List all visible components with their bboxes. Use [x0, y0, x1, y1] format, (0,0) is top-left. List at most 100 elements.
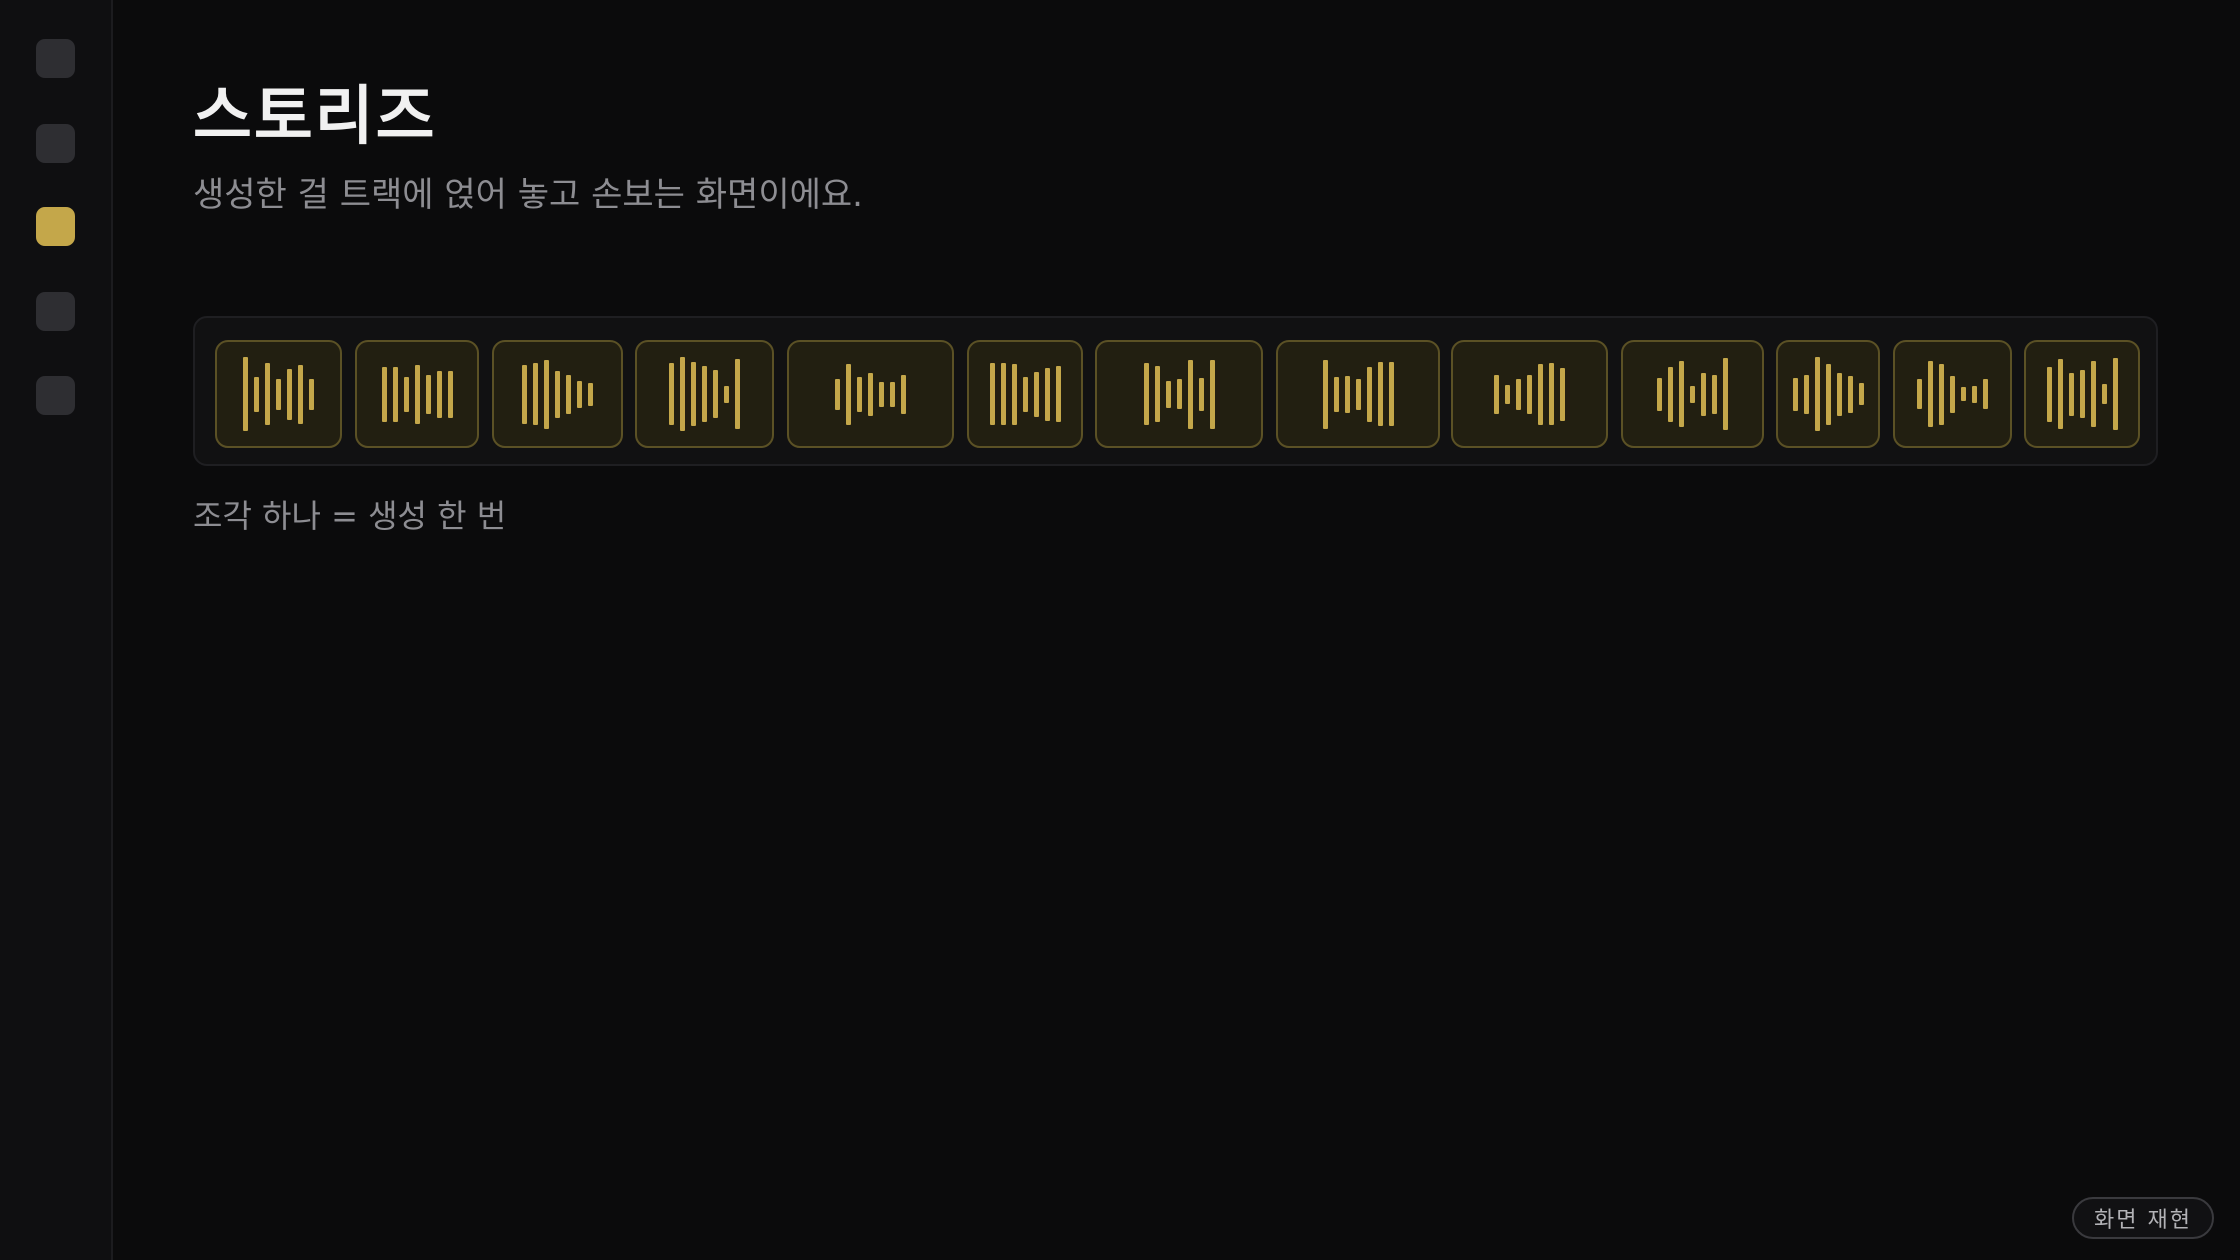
track-clip[interactable] [2024, 340, 2140, 448]
waveform-bar [1712, 374, 1717, 414]
waveform-bar [1344, 375, 1350, 413]
sidebar-item-2[interactable] [36, 124, 75, 163]
waveform-bar [713, 370, 718, 418]
waveform-bar [1858, 383, 1864, 405]
waveform-bar [403, 376, 409, 412]
waveform-bar [1011, 363, 1017, 425]
waveform-bar [1176, 379, 1182, 409]
waveform-bar [1723, 358, 1728, 430]
track-clip[interactable] [1893, 340, 2012, 448]
track-clip[interactable] [1621, 340, 1764, 448]
track-clip[interactable] [1451, 340, 1608, 448]
waveform-bar [1198, 377, 1204, 411]
track-clip[interactable] [787, 340, 954, 448]
sidebar-item-1[interactable] [36, 39, 75, 78]
page-title: 스토리즈 [193, 80, 437, 154]
replay-screen-button[interactable]: 화면 재현 [2072, 1197, 2214, 1239]
waveform-bar [1209, 359, 1215, 429]
waveform-bar [392, 366, 398, 422]
track-clip[interactable] [492, 340, 623, 448]
waveform-bar [1377, 362, 1383, 426]
waveform-bar [1366, 366, 1372, 422]
sidebar-item-4[interactable] [36, 292, 75, 331]
waveform-bar [1917, 379, 1922, 409]
waveform-icon [1623, 342, 1762, 446]
waveform-bar [846, 363, 851, 425]
waveform-icon [969, 342, 1081, 446]
sidebar-item-3-active[interactable] [36, 207, 75, 246]
timeline-track [193, 316, 2158, 466]
waveform-icon [494, 342, 621, 446]
waveform-bar [555, 370, 560, 418]
waveform-bar [1972, 385, 1977, 403]
waveform-bar [1847, 375, 1853, 413]
waveform-bar [724, 385, 729, 403]
waveform-icon [1895, 342, 2010, 446]
track-clip[interactable] [635, 340, 774, 448]
waveform-bar [1961, 387, 1966, 401]
waveform-bar [1792, 377, 1798, 411]
waveform-bar [1928, 361, 1933, 427]
waveform-bar [901, 374, 906, 414]
waveform-bar [1355, 378, 1361, 410]
sidebar-item-5[interactable] [36, 376, 75, 415]
waveform-bar [1950, 375, 1955, 413]
waveform-bar [1803, 374, 1809, 414]
waveform-bar [702, 366, 707, 422]
waveform-icon [217, 342, 340, 446]
waveform-bar [2090, 361, 2096, 427]
waveform-bar [1055, 366, 1061, 422]
waveform-bar [735, 359, 740, 429]
waveform-icon [637, 342, 772, 446]
waveform-bar [566, 374, 571, 414]
waveform-bar [522, 364, 527, 424]
waveform-bar [2046, 366, 2052, 422]
waveform-bar [447, 370, 453, 418]
waveform-bar [287, 368, 292, 420]
waveform-icon [1097, 342, 1261, 446]
waveform-bar [544, 359, 549, 429]
track-clip[interactable] [1776, 340, 1880, 448]
track-caption: 조각 하나 = 생성 한 번 [193, 497, 507, 535]
waveform-icon [789, 342, 952, 446]
waveform-bar [2112, 358, 2118, 430]
waveform-bar [1814, 357, 1820, 431]
waveform-bar [436, 370, 442, 418]
waveform-bar [1187, 359, 1193, 429]
waveform-icon [357, 342, 477, 446]
waveform-bar [2068, 372, 2074, 416]
waveform-bar [588, 382, 593, 406]
waveform-bar [577, 380, 582, 408]
waveform-icon [1778, 342, 1878, 446]
track-clip[interactable] [355, 340, 479, 448]
waveform-bar [254, 376, 259, 412]
track-clip[interactable] [1276, 340, 1440, 448]
waveform-bar [1939, 363, 1944, 425]
waveform-bar [879, 381, 884, 407]
track-clip[interactable] [1095, 340, 1263, 448]
waveform-bar [1690, 385, 1695, 403]
waveform-bar [1549, 363, 1554, 425]
waveform-bar [1657, 377, 1662, 411]
waveform-bar [868, 372, 873, 416]
waveform-bar [2057, 359, 2063, 429]
waveform-bar [1022, 376, 1028, 412]
waveform-bar [1143, 363, 1149, 425]
track-clip[interactable] [215, 340, 342, 448]
waveform-bar [1000, 363, 1006, 425]
track-clip[interactable] [967, 340, 1083, 448]
waveform-bar [1538, 363, 1543, 425]
waveform-bar [414, 364, 420, 424]
waveform-bar [1679, 361, 1684, 427]
waveform-bar [265, 363, 270, 425]
waveform-bar [857, 376, 862, 412]
waveform-bar [1983, 379, 1988, 409]
waveform-bar [298, 364, 303, 424]
waveform-bar [2101, 384, 2107, 404]
waveform-bar [425, 374, 431, 414]
waveform-bar [680, 357, 685, 431]
waveform-bar [243, 357, 248, 431]
waveform-bar [1701, 372, 1706, 416]
waveform-icon [1453, 342, 1606, 446]
waveform-bar [989, 363, 995, 425]
